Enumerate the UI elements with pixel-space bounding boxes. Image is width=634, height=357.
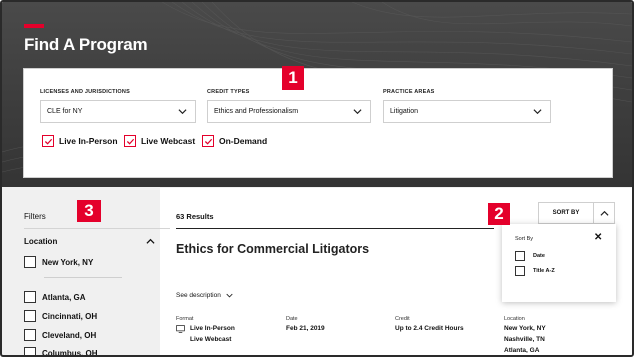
sort-panel-title: Sort By [515, 236, 534, 242]
see-description-toggle[interactable]: See description [176, 292, 233, 299]
close-icon[interactable]: ✕ [594, 232, 602, 243]
sort-by-dropdown: Sort By ✕ Date Title A-Z [502, 224, 616, 302]
location-column-label: Location [504, 316, 525, 322]
page-title: Find A Program [24, 35, 148, 54]
sort-option-title[interactable]: Title A-Z [515, 266, 555, 276]
licenses-select[interactable]: CLE for NY [40, 100, 196, 123]
practice-areas-select-value: Litigation [390, 108, 419, 115]
checkbox-checked-icon [42, 135, 54, 147]
title-accent-bar [24, 24, 44, 28]
licenses-label: LICENSES AND JURISDICTIONS [40, 89, 130, 95]
location-option[interactable]: Atlanta, GA [24, 291, 86, 303]
format-checkbox-live-in-person[interactable]: Live In-Person [42, 135, 118, 147]
format-label: Live Webcast [141, 136, 196, 146]
practice-areas-label: PRACTICE AREAS [383, 89, 435, 95]
chevron-up-icon [599, 210, 609, 216]
credit-value: Up to 2.4 Credit Hours [395, 325, 464, 332]
monitor-icon [176, 325, 185, 333]
format-value: Live In-Person [190, 325, 235, 332]
chevron-down-icon [533, 109, 542, 115]
search-filter-card: LICENSES AND JURISDICTIONS CLE for NY CR… [23, 68, 613, 178]
filters-sidebar: Filters Location New York, NY Atlanta, G… [12, 202, 170, 357]
chevron-down-icon [226, 293, 233, 298]
location-value: New York, NY [504, 325, 546, 332]
sort-by-button[interactable]: SORT BY [538, 202, 594, 224]
checkbox-icon [24, 310, 36, 322]
checkbox-icon [515, 251, 525, 261]
checkbox-icon [24, 256, 36, 268]
format-checkbox-on-demand[interactable]: On-Demand [202, 135, 267, 147]
credit-types-label: CREDIT TYPES [207, 89, 250, 95]
annotation-marker-1: 1 [282, 66, 304, 90]
checkbox-icon [24, 347, 36, 355]
format-checkbox-live-webcast[interactable]: Live Webcast [124, 135, 195, 147]
checkbox-icon [24, 329, 36, 341]
location-option[interactable]: Columbus, OH [24, 347, 98, 357]
course-title[interactable]: Ethics for Commercial Litigators [176, 242, 369, 256]
location-option-label: Atlanta, GA [42, 292, 86, 302]
location-list-divider [44, 277, 122, 278]
location-option-label: Columbus, OH [42, 348, 98, 357]
sort-option-label: Date [533, 253, 545, 259]
filters-title: Filters [24, 212, 46, 221]
annotation-marker-2: 2 [488, 203, 510, 225]
chevron-up-icon[interactable] [146, 237, 155, 246]
checkbox-icon [515, 266, 525, 276]
location-option[interactable]: Cincinnati, OH [24, 310, 97, 322]
chevron-down-icon [353, 109, 362, 115]
location-option-label: New York, NY [42, 257, 94, 267]
date-value: Feb 21, 2019 [286, 325, 325, 332]
sort-option-date[interactable]: Date [515, 251, 545, 261]
date-column-label: Date [286, 316, 298, 322]
format-value: Live Webcast [190, 336, 232, 343]
annotation-marker-3: 3 [77, 200, 101, 222]
format-column-label: Format [176, 316, 194, 322]
format-label: On-Demand [219, 136, 268, 146]
checkbox-checked-icon [124, 135, 136, 147]
practice-areas-select[interactable]: Litigation [383, 100, 551, 123]
credit-types-select-value: Ethics and Professionalism [214, 108, 299, 115]
location-value: Nashville, TN [504, 336, 545, 343]
location-option-label: Cincinnati, OH [42, 311, 98, 321]
results-divider [176, 228, 494, 229]
licenses-select-value: CLE for NY [47, 108, 83, 115]
location-option-label: Cleveland, OH [42, 330, 97, 340]
credit-column-label: Credit [395, 316, 410, 322]
results-count: 63 Results [176, 212, 214, 221]
see-description-label: See description [176, 292, 221, 299]
location-option-selected[interactable]: New York, NY [24, 256, 93, 268]
sort-option-label: Title A-Z [533, 268, 555, 274]
credit-types-select[interactable]: Ethics and Professionalism [207, 100, 371, 123]
sort-toggle-button[interactable] [593, 202, 615, 224]
location-value: Atlanta, GA [504, 347, 540, 354]
page-frame: Find A Program LICENSES AND JURISDICTION… [0, 0, 634, 357]
filters-divider [24, 228, 170, 229]
chevron-down-icon [178, 109, 187, 115]
checkbox-checked-icon [202, 135, 214, 147]
format-label: Live In-Person [59, 136, 118, 146]
location-filter-title[interactable]: Location [24, 237, 57, 246]
location-option[interactable]: Cleveland, OH [24, 329, 96, 341]
checkbox-icon [24, 291, 36, 303]
